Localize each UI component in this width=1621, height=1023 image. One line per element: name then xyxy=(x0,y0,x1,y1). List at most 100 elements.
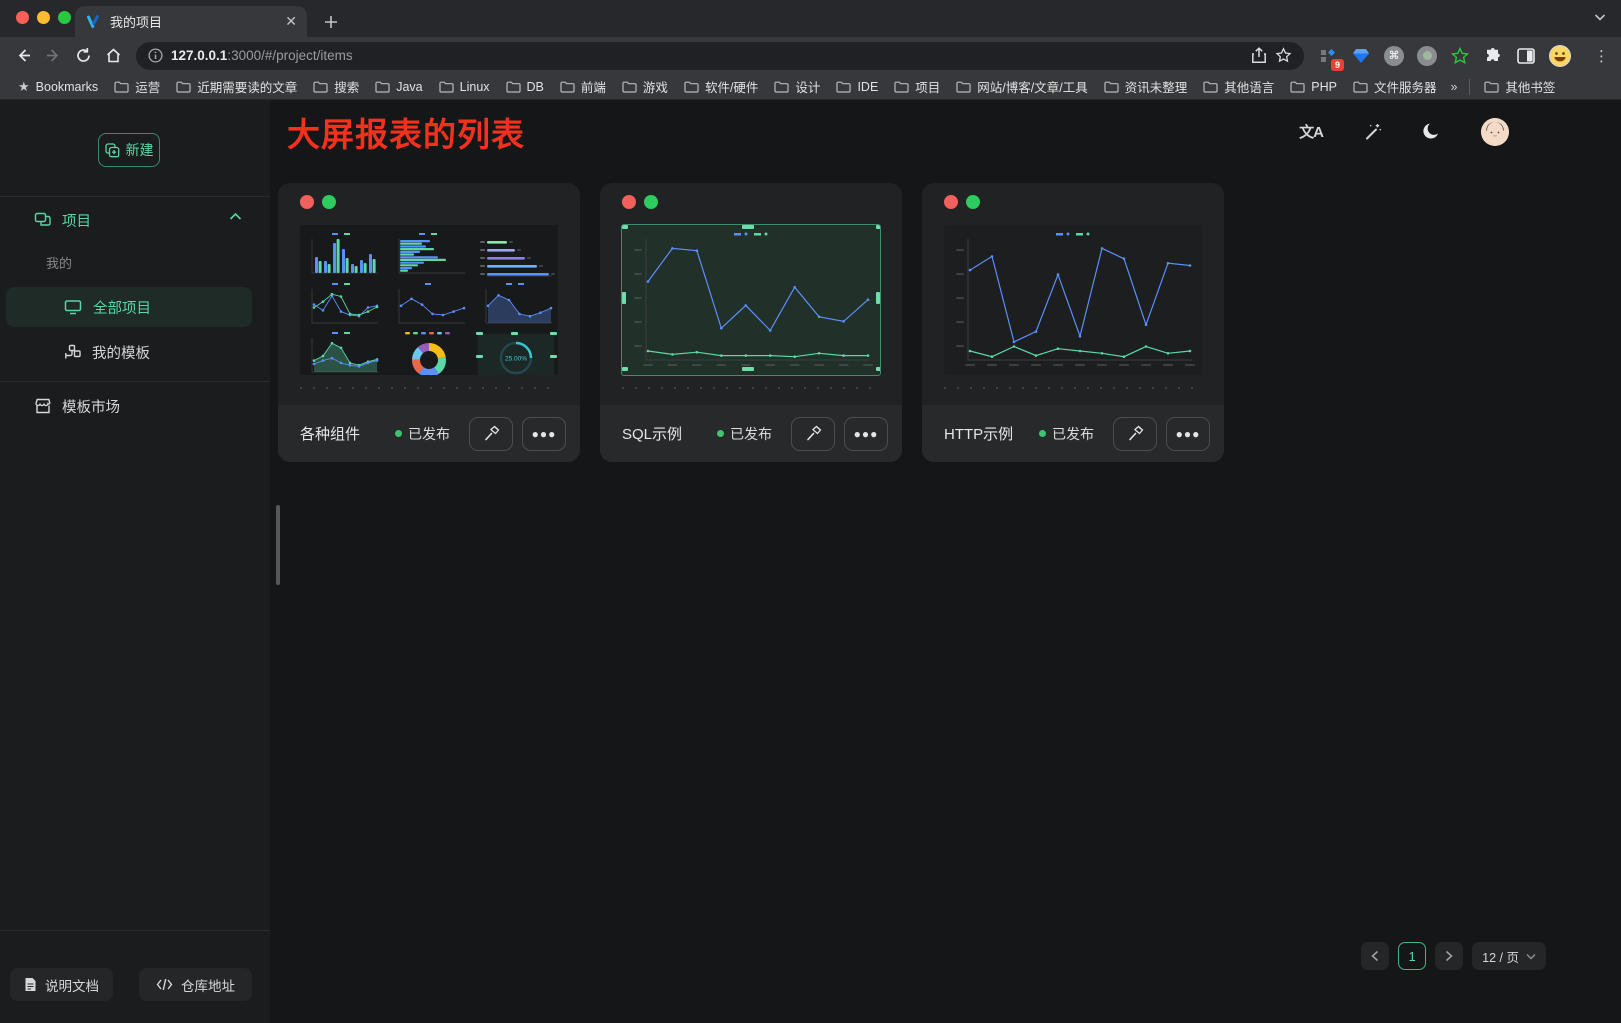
more-options-button[interactable]: ●●● xyxy=(522,417,566,451)
project-thumbnail-widgets: 25.00% xyxy=(300,225,558,375)
bookmark-folder[interactable]: IDE xyxy=(830,78,884,96)
sidebar-section-project[interactable]: 项目 xyxy=(34,206,91,234)
new-tab-button[interactable] xyxy=(318,9,344,35)
document-icon xyxy=(24,977,37,992)
bookmark-folder[interactable]: DB xyxy=(500,78,550,96)
status-dot xyxy=(717,430,724,437)
new-project-button[interactable]: 新建 xyxy=(98,133,160,167)
folder-icon xyxy=(375,81,390,93)
folder-icon xyxy=(1203,81,1218,93)
forward-button[interactable] xyxy=(38,41,68,71)
edit-hammer-button[interactable] xyxy=(1113,417,1157,451)
bookmark-folder[interactable]: 运营 xyxy=(108,75,166,98)
project-title: 各种组件 xyxy=(300,423,395,444)
bookmark-folder[interactable]: 文件服务器 xyxy=(1347,75,1443,98)
record-extension-icon[interactable] xyxy=(1417,46,1437,66)
project-card[interactable]: 25.00% 各种组件 已发布 ●●● xyxy=(278,183,580,462)
bookmark-folder[interactable]: Linux xyxy=(433,78,496,96)
tab-search-chevron-icon[interactable] xyxy=(1593,10,1607,24)
extension-badge: 9 xyxy=(1331,59,1344,71)
dotted-divider xyxy=(622,387,880,389)
card-window-dots xyxy=(300,195,336,209)
bookmarks-root[interactable]: ★ Bookmarks xyxy=(12,77,104,97)
bookmark-folder[interactable]: 网站/博客/文章/工具 xyxy=(950,75,1093,98)
sidebar-footer: 说明文档 仓库地址 xyxy=(0,930,270,1023)
app-page: 新建 项目 我的 全部项目 xyxy=(0,100,1621,1023)
bookmark-star-icon[interactable] xyxy=(1275,47,1292,64)
folder-icon xyxy=(894,81,909,93)
project-card[interactable]: HTTP示例 已发布 ●●● xyxy=(922,183,1224,462)
zoom-window-button[interactable] xyxy=(58,11,71,24)
bookmark-folder[interactable]: 近期需要读的文章 xyxy=(170,75,303,98)
chrome-menu-icon[interactable]: ⋮ xyxy=(1594,47,1610,65)
dotted-divider xyxy=(300,387,558,389)
close-window-button[interactable] xyxy=(16,11,29,24)
next-page-button[interactable] xyxy=(1435,942,1463,970)
bookmark-folder[interactable]: 其他语言 xyxy=(1197,75,1280,98)
page-size-select[interactable]: 12 / 页 xyxy=(1472,942,1546,970)
docs-button[interactable]: 说明文档 xyxy=(10,968,113,1001)
blocks-extension-icon[interactable]: 9 xyxy=(1318,46,1338,66)
bookmarks-overflow-chevron[interactable]: » xyxy=(1446,80,1461,94)
tab-title: 我的项目 xyxy=(110,12,276,31)
bookmark-folder[interactable]: 项目 xyxy=(888,75,946,98)
more-options-button[interactable]: ●●● xyxy=(844,417,888,451)
sidebar-group-mine: 我的 xyxy=(46,250,72,274)
side-panel-icon[interactable] xyxy=(1516,46,1536,66)
bookmark-folder[interactable]: 前端 xyxy=(554,75,612,98)
project-card[interactable]: SQL示例 已发布 ●●● xyxy=(600,183,902,462)
folder-icon xyxy=(560,81,575,93)
dark-mode-moon-icon[interactable] xyxy=(1422,122,1441,141)
folder-icon xyxy=(114,81,129,93)
browser-tab[interactable]: 我的项目 ✕ xyxy=(75,6,307,37)
folder-icon xyxy=(1484,81,1499,93)
more-options-button[interactable]: ●●● xyxy=(1166,417,1210,451)
project-thumbnail-line-chart xyxy=(622,225,880,375)
template-flow-icon xyxy=(64,344,82,361)
user-avatar[interactable] xyxy=(1481,118,1509,146)
current-page-button[interactable]: 1 xyxy=(1398,942,1426,970)
green-dot xyxy=(644,195,658,209)
new-icon xyxy=(105,143,120,158)
green-star-extension-icon[interactable] xyxy=(1450,46,1470,66)
command-extension-icon[interactable]: ⌘ xyxy=(1384,46,1404,66)
bookmark-folder[interactable]: 设计 xyxy=(768,75,826,98)
status-dot xyxy=(395,430,402,437)
sidebar-item-template-market[interactable]: 模板市场 xyxy=(34,392,120,420)
folder-icon xyxy=(1290,81,1305,93)
sidebar-item-my-templates[interactable]: 我的模板 xyxy=(64,338,150,366)
folder-icon xyxy=(439,81,454,93)
url-text[interactable]: 127.0.0.1:3000/#/project/items xyxy=(171,48,1243,63)
gem-extension-icon[interactable] xyxy=(1351,46,1371,66)
magic-wand-icon[interactable] xyxy=(1363,122,1382,141)
bookmark-folder[interactable]: 资讯未整理 xyxy=(1098,75,1194,98)
puzzle-extensions-icon[interactable] xyxy=(1483,46,1503,66)
bookmark-folder[interactable]: 游戏 xyxy=(616,75,674,98)
url-bar[interactable]: 127.0.0.1:3000/#/project/items xyxy=(136,42,1304,70)
minimize-window-button[interactable] xyxy=(37,11,50,24)
bookmark-folder[interactable]: 软件/硬件 xyxy=(678,75,764,98)
profile-avatar[interactable] xyxy=(1549,45,1571,67)
sidebar-item-all-projects[interactable]: 全部项目 xyxy=(6,287,252,327)
repo-button[interactable]: 仓库地址 xyxy=(139,968,252,1001)
back-button[interactable] xyxy=(8,41,38,71)
chevron-up-icon[interactable] xyxy=(229,212,242,221)
status-dot xyxy=(1039,430,1046,437)
prev-page-button[interactable] xyxy=(1361,942,1389,970)
storefront-icon xyxy=(34,398,52,414)
bookmark-folder[interactable]: PHP xyxy=(1284,78,1343,96)
language-icon[interactable]: 文A xyxy=(1299,121,1323,142)
tab-close-icon[interactable]: ✕ xyxy=(285,13,297,30)
other-bookmarks[interactable]: 其他书签 xyxy=(1478,75,1561,98)
window-controls xyxy=(16,11,71,24)
reload-button[interactable] xyxy=(68,41,98,71)
edit-hammer-button[interactable] xyxy=(469,417,513,451)
home-button[interactable] xyxy=(98,41,128,71)
bookmark-folder[interactable]: Java xyxy=(369,78,428,96)
folder-icon xyxy=(622,81,637,93)
site-info-icon[interactable] xyxy=(148,48,163,63)
share-icon[interactable] xyxy=(1251,47,1267,64)
folder-icon xyxy=(684,81,699,93)
bookmark-folder[interactable]: 搜索 xyxy=(307,75,365,98)
edit-hammer-button[interactable] xyxy=(791,417,835,451)
